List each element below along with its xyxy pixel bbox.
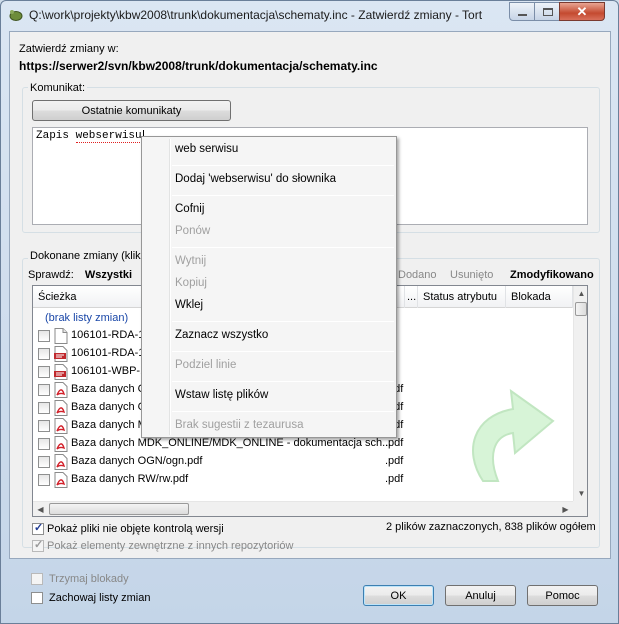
show-externals-label: Pokaż elementy zewnętrzne z innych repoz… bbox=[47, 540, 294, 552]
no-changelist-label: (brak listy zmian) bbox=[45, 312, 129, 324]
selection-summary: 2 plików zaznaczonych, 838 plików ogółem bbox=[386, 521, 596, 533]
menu-item-redo: Ponów bbox=[175, 225, 211, 237]
filter-all-link[interactable]: Wszystki bbox=[85, 269, 132, 281]
menu-item-add-to-dictionary[interactable]: Dodaj 'webserwisu' do słownika bbox=[175, 173, 336, 185]
vertical-scrollbar[interactable]: ▲ ▼ bbox=[573, 286, 587, 501]
menu-separator bbox=[172, 247, 394, 248]
row-path: Baza danych MDK_ONLINE/MDK_ONLINE - doku… bbox=[71, 437, 392, 449]
menu-separator bbox=[172, 381, 394, 382]
html-file-icon bbox=[54, 346, 68, 362]
pdf-file-icon bbox=[54, 400, 68, 416]
menu-separator bbox=[172, 351, 394, 352]
text-file-icon bbox=[54, 328, 68, 344]
row-path: Baza danych RW/rw.pdf bbox=[71, 473, 189, 485]
row-checkbox[interactable] bbox=[38, 366, 50, 378]
close-button[interactable]: ✕ bbox=[559, 2, 605, 21]
scrollbar-corner bbox=[573, 501, 587, 516]
column-property-status[interactable]: Status atrybutu bbox=[418, 286, 506, 308]
window-title: Q:\work\projekty\kbw2008\trunk\dokumenta… bbox=[29, 8, 483, 22]
show-unversioned-label: Pokaż pliki nie objęte kontrolą wersji bbox=[47, 523, 224, 535]
recent-messages-button[interactable]: Ostatnie komunikaty bbox=[32, 100, 231, 121]
horizontal-scrollbar[interactable]: ◀ ▶ bbox=[33, 501, 573, 516]
commit-to-label: Zatwierdź zmiany w: bbox=[19, 43, 119, 55]
menu-item-paste-filelist[interactable]: Wstaw listę plików bbox=[175, 389, 268, 401]
menu-item-split-lines: Podziel linie bbox=[175, 359, 237, 371]
ok-button[interactable]: OK bbox=[363, 585, 434, 606]
spellcheck-context-menu: web serwisu Dodaj 'webserwisu' do słowni… bbox=[141, 136, 397, 438]
pdf-file-icon bbox=[54, 454, 68, 470]
row-checkbox[interactable] bbox=[38, 438, 50, 450]
column-ext[interactable]: ... bbox=[405, 286, 418, 308]
row-path: Baza danych OGN/ogn.pdf bbox=[71, 455, 203, 467]
row-checkbox[interactable] bbox=[38, 384, 50, 396]
scroll-down-icon[interactable]: ▼ bbox=[574, 486, 587, 501]
close-icon: ✕ bbox=[576, 4, 588, 19]
row-path: Baza danych G bbox=[71, 401, 147, 413]
row-path: 106101-WBP-1 bbox=[71, 365, 147, 377]
filter-deleted-link[interactable]: Usunięto bbox=[450, 269, 493, 281]
scroll-right-icon[interactable]: ▶ bbox=[558, 502, 573, 516]
table-row[interactable]: Baza danych OGN/ogn.pdf .pdf bbox=[33, 453, 573, 471]
minimize-button[interactable] bbox=[509, 2, 535, 21]
keep-locks-checkbox bbox=[31, 573, 43, 585]
row-path: Baza danych C bbox=[71, 383, 146, 395]
keep-changelists-label: Zachowaj listy zmian bbox=[49, 592, 151, 604]
show-unversioned-checkbox[interactable] bbox=[32, 521, 44, 535]
filter-label: Sprawdź: bbox=[28, 269, 74, 281]
repository-url: https://serwer2/svn/kbw2008/trunk/dokume… bbox=[19, 59, 378, 73]
menu-item-undo[interactable]: Cofnij bbox=[175, 203, 204, 215]
message-group-label: Komunikat: bbox=[28, 82, 88, 94]
help-button[interactable]: Pomoc bbox=[527, 585, 598, 606]
pdf-file-icon bbox=[54, 436, 68, 452]
scroll-up-icon[interactable]: ▲ bbox=[574, 286, 587, 301]
menu-separator bbox=[172, 195, 394, 196]
cancel-button[interactable]: Anuluj bbox=[445, 585, 516, 606]
message-text: Zapis bbox=[36, 130, 76, 142]
row-checkbox[interactable] bbox=[38, 456, 50, 468]
row-checkbox[interactable] bbox=[38, 348, 50, 360]
show-externals-checkbox bbox=[32, 538, 44, 552]
menu-item-paste[interactable]: Wklej bbox=[175, 299, 203, 311]
misspelled-word[interactable]: webserwisu bbox=[75, 130, 142, 143]
menu-separator bbox=[172, 321, 394, 322]
row-checkbox[interactable] bbox=[38, 402, 50, 414]
pdf-file-icon bbox=[54, 472, 68, 488]
pdf-file-icon bbox=[54, 382, 68, 398]
dialog-footer: Trzymaj blokady Zachowaj listy zmian OK … bbox=[9, 559, 611, 617]
keep-changelists-checkbox[interactable] bbox=[31, 592, 43, 604]
menu-separator bbox=[172, 165, 394, 166]
horizontal-scroll-thumb[interactable] bbox=[49, 503, 189, 515]
row-checkbox[interactable] bbox=[38, 330, 50, 342]
title-bar[interactable]: Q:\work\projekty\kbw2008\trunk\dokumenta… bbox=[1, 1, 618, 29]
row-path: Baza danych M bbox=[71, 419, 147, 431]
keep-locks-label: Trzymaj blokady bbox=[49, 573, 129, 585]
row-extension: .pdf bbox=[385, 455, 404, 467]
menu-item-suggestion[interactable]: web serwisu bbox=[175, 143, 238, 155]
minimize-icon bbox=[518, 14, 527, 16]
html-file-icon bbox=[54, 364, 68, 380]
menu-item-no-thesaurus: Brak sugestii z tezaurusa bbox=[175, 419, 304, 431]
row-path: 106101-RDA-1 bbox=[71, 329, 145, 341]
pdf-file-icon bbox=[54, 418, 68, 434]
row-checkbox[interactable] bbox=[38, 420, 50, 432]
menu-separator bbox=[172, 411, 394, 412]
row-checkbox[interactable] bbox=[38, 474, 50, 486]
row-path: 106101-RDA-1 bbox=[71, 347, 145, 359]
vertical-scroll-thumb[interactable] bbox=[575, 302, 587, 316]
column-lock[interactable]: Blokada bbox=[506, 286, 573, 308]
row-extension: .pdf bbox=[385, 437, 404, 449]
filter-added-link[interactable]: Dodano bbox=[398, 269, 437, 281]
filter-row: Sprawdź: Wszystki bbox=[28, 269, 140, 283]
scroll-left-icon[interactable]: ◀ bbox=[33, 502, 48, 516]
row-extension: .pdf bbox=[385, 473, 404, 485]
maximize-icon bbox=[543, 8, 553, 16]
menu-item-copy: Kopiuj bbox=[175, 277, 207, 289]
changes-group-label: Dokonane zmiany (klikni bbox=[28, 250, 152, 262]
menu-item-cut: Wytnij bbox=[175, 255, 207, 267]
table-row[interactable]: Baza danych RW/rw.pdf .pdf bbox=[33, 471, 573, 489]
maximize-button[interactable] bbox=[534, 2, 560, 21]
filter-modified-link[interactable]: Zmodyfikowano bbox=[510, 269, 594, 281]
tortoise-app-icon bbox=[9, 10, 23, 21]
menu-item-select-all[interactable]: Zaznacz wszystko bbox=[175, 329, 268, 341]
